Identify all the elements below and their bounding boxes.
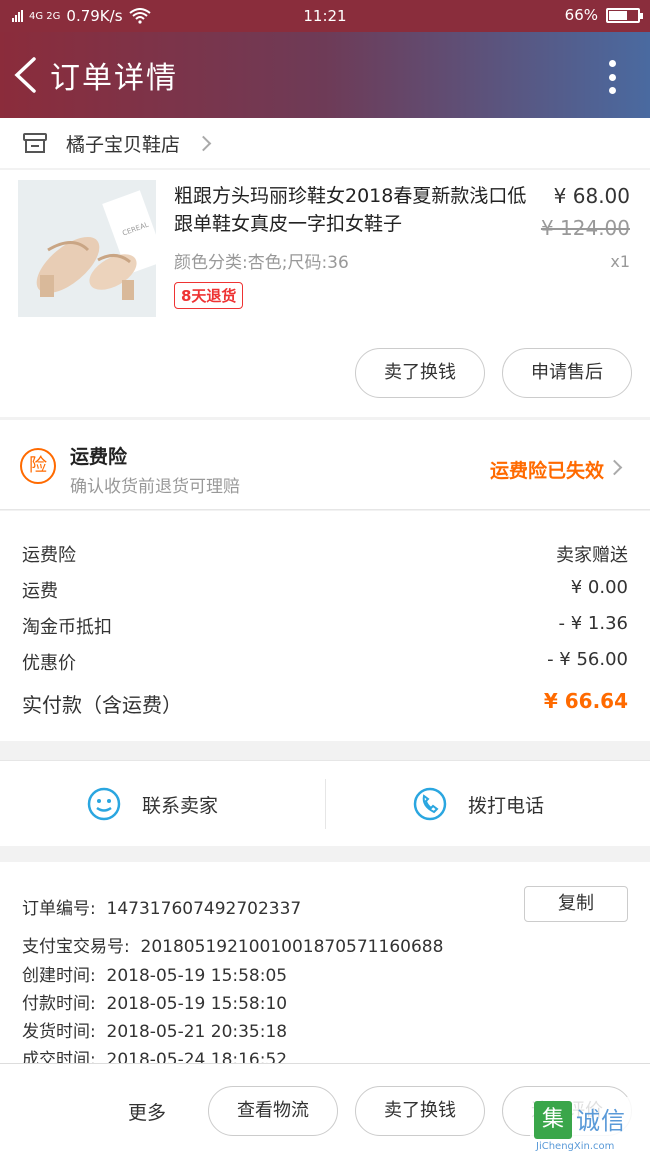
paid-label: 付款时间:: [22, 994, 96, 1014]
paid-time: 2018-05-19 15:58:10: [106, 994, 288, 1014]
product-image[interactable]: CEREAL: [18, 180, 156, 317]
fee-row: 淘金币抵扣 - ¥ 1.36: [22, 613, 628, 643]
phone-icon: [413, 787, 447, 821]
order-number: 147317607492702337: [106, 899, 302, 919]
insurance-icon: 险: [20, 448, 56, 484]
battery-icon: [606, 7, 643, 23]
product-sku: 颜色分类:杏色;尺码:36: [174, 253, 349, 273]
product-quantity: x1: [610, 252, 630, 271]
resell-button[interactable]: 卖了换钱: [355, 1086, 485, 1136]
chevron-right-icon: [606, 459, 623, 476]
contact-seller-label: 联系卖家: [142, 794, 219, 817]
fee-value: - ¥ 1.36: [558, 613, 628, 634]
shipped-label: 发货时间:: [22, 1022, 96, 1042]
shop-icon: [23, 133, 47, 153]
contact-bar: 联系卖家 拨打电话: [0, 760, 650, 846]
shipped-time: 2018-05-21 20:35:18: [106, 1022, 288, 1042]
nav-bar: 订单详情: [0, 32, 650, 118]
total-label: 实付款（含运费）: [22, 693, 182, 717]
contact-seller-button[interactable]: 联系卖家: [86, 761, 218, 847]
watermark: 集 诚信 JiChengXin.com: [530, 1097, 650, 1155]
order-number-row: 订单编号: 147317607492702337: [22, 894, 301, 919]
alipay-label: 支付宝交易号:: [22, 937, 130, 957]
paid-time-row: 付款时间: 2018-05-19 15:58:10: [22, 989, 287, 1014]
more-menu-icon[interactable]: [608, 60, 616, 94]
fee-value: ¥ 0.00: [570, 577, 628, 598]
insurance-subtitle: 确认收货前退货可理赔: [70, 477, 240, 497]
order-info: 订单编号: 147317607492702337 复制 支付宝交易号: 2018…: [0, 862, 650, 1070]
fee-label: 淘金币抵扣: [22, 617, 112, 638]
clock: 11:21: [303, 7, 347, 25]
chat-icon: [87, 787, 121, 821]
insurance-status: 运费险已失效: [489, 460, 604, 482]
created-time: 2018-05-19 15:58:05: [106, 966, 288, 986]
fee-value: - ¥ 56.00: [547, 649, 628, 670]
product-original-price: ¥ 124.00: [540, 216, 630, 240]
fee-label: 运费: [22, 581, 58, 602]
order-number-label: 订单编号:: [22, 899, 96, 919]
battery-percent: 66%: [564, 6, 598, 24]
shop-row[interactable]: 橘子宝贝鞋店: [0, 118, 650, 168]
product-title[interactable]: 粗跟方头玛丽珍鞋女2018春夏新款浅口低跟单鞋女真皮一字扣女鞋子: [174, 182, 529, 238]
fee-label: 运费险: [22, 545, 76, 566]
shoe-image: CEREAL: [18, 180, 156, 317]
watermark-name: 诚信: [576, 1107, 626, 1135]
divider: [325, 779, 326, 829]
resell-button[interactable]: 卖了换钱: [355, 348, 485, 398]
return-policy-badge: 8天退货: [174, 282, 244, 309]
fee-row: 运费 ¥ 0.00: [22, 577, 628, 607]
call-label: 拨打电话: [468, 794, 545, 817]
copy-button[interactable]: 复制: [524, 886, 628, 922]
page-title: 订单详情: [50, 61, 178, 96]
after-sales-button[interactable]: 申请售后: [502, 348, 632, 398]
total-row: 实付款（含运费） ¥ 66.64: [22, 689, 628, 719]
view-logistics-button[interactable]: 查看物流: [208, 1086, 338, 1136]
total-value: ¥ 66.64: [543, 689, 628, 713]
alipay-row: 支付宝交易号: 2018051921001001870571160688: [22, 932, 443, 957]
insurance-title: 运费险: [70, 446, 128, 468]
fee-row: 优惠价 - ¥ 56.00: [22, 649, 628, 679]
fee-value: 卖家赠送: [556, 545, 628, 566]
chevron-right-icon: [195, 135, 212, 151]
fee-summary: 运费险 卖家赠送 运费 ¥ 0.00 淘金币抵扣 - ¥ 1.36 优惠价 - ¥ 56…: [0, 511, 650, 741]
product-price: ¥ 68.00: [553, 184, 630, 208]
product-card: CEREAL 粗跟方头玛丽珍鞋女2018春夏新款浅口低跟单鞋女真皮一字扣女鞋子 …: [0, 170, 650, 417]
battery-level: [609, 10, 628, 20]
watermark-logo: 集: [534, 1101, 572, 1139]
shipped-time-row: 发货时间: 2018-05-21 20:35:18: [22, 1017, 287, 1042]
fee-label: 优惠价: [22, 653, 76, 674]
fee-row: 运费险 卖家赠送: [22, 541, 628, 571]
status-bar: 4G 2G 0.79K/s 11:21 66%: [0, 0, 650, 32]
more-button[interactable]: 更多: [128, 1098, 166, 1125]
watermark-url: JiChengXin.com: [536, 1141, 615, 1152]
shop-name: 橘子宝贝鞋店: [66, 133, 181, 156]
alipay-number: 2018051921001001870571160688: [140, 937, 444, 957]
chevron-left-icon: [14, 57, 36, 93]
back-button[interactable]: [6, 45, 50, 105]
shipping-insurance-row[interactable]: 险 运费险 确认收货前退货可理赔 运费险已失效: [0, 420, 650, 510]
call-button[interactable]: 拨打电话: [412, 761, 544, 847]
created-time-row: 创建时间: 2018-05-19 15:58:05: [22, 961, 287, 986]
bottom-action-bar: 更多 查看物流 卖了换钱 追加评价 集 诚信 JiChengXin.com: [0, 1063, 650, 1155]
created-label: 创建时间:: [22, 966, 96, 986]
